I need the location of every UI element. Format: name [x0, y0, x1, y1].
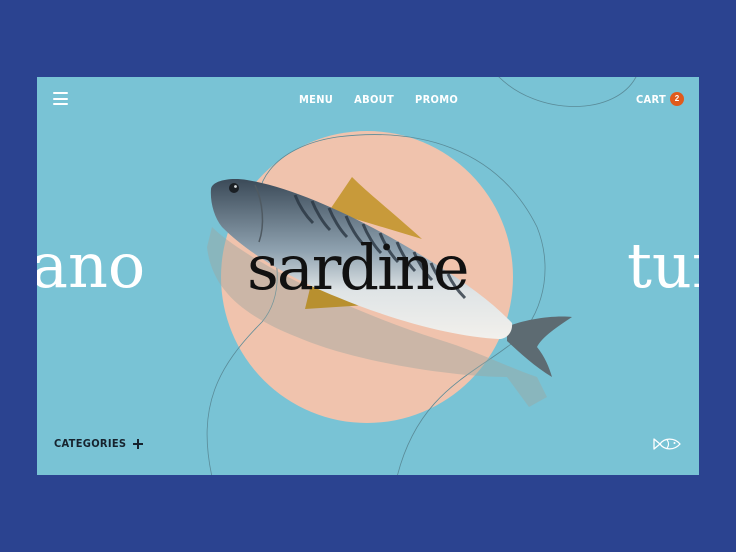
- categories-label: CATEGORIES: [54, 437, 127, 450]
- plus-icon: [133, 438, 144, 449]
- cart-count-badge: 2: [670, 92, 684, 106]
- cart-button[interactable]: CART 2: [636, 92, 684, 106]
- fish-tail: [507, 316, 572, 377]
- nav-about-link[interactable]: ABOUT: [354, 93, 394, 106]
- fish-eye-highlight: [234, 185, 237, 188]
- hero-title: sardine: [247, 231, 470, 304]
- nav-promo-link[interactable]: PROMO: [415, 93, 458, 106]
- fish-outline-icon[interactable]: [652, 436, 682, 452]
- cart-label: CART: [636, 92, 666, 106]
- categories-button[interactable]: CATEGORIES: [54, 437, 144, 450]
- main-nav: MENU ABOUT PROMO: [299, 93, 458, 106]
- fish-eye: [229, 183, 239, 193]
- nav-menu-link[interactable]: MENU: [299, 93, 333, 106]
- hamburger-menu-icon[interactable]: [53, 92, 68, 105]
- hero-card: ano tur sardine MENU ABOUT PROMO C: [37, 77, 699, 475]
